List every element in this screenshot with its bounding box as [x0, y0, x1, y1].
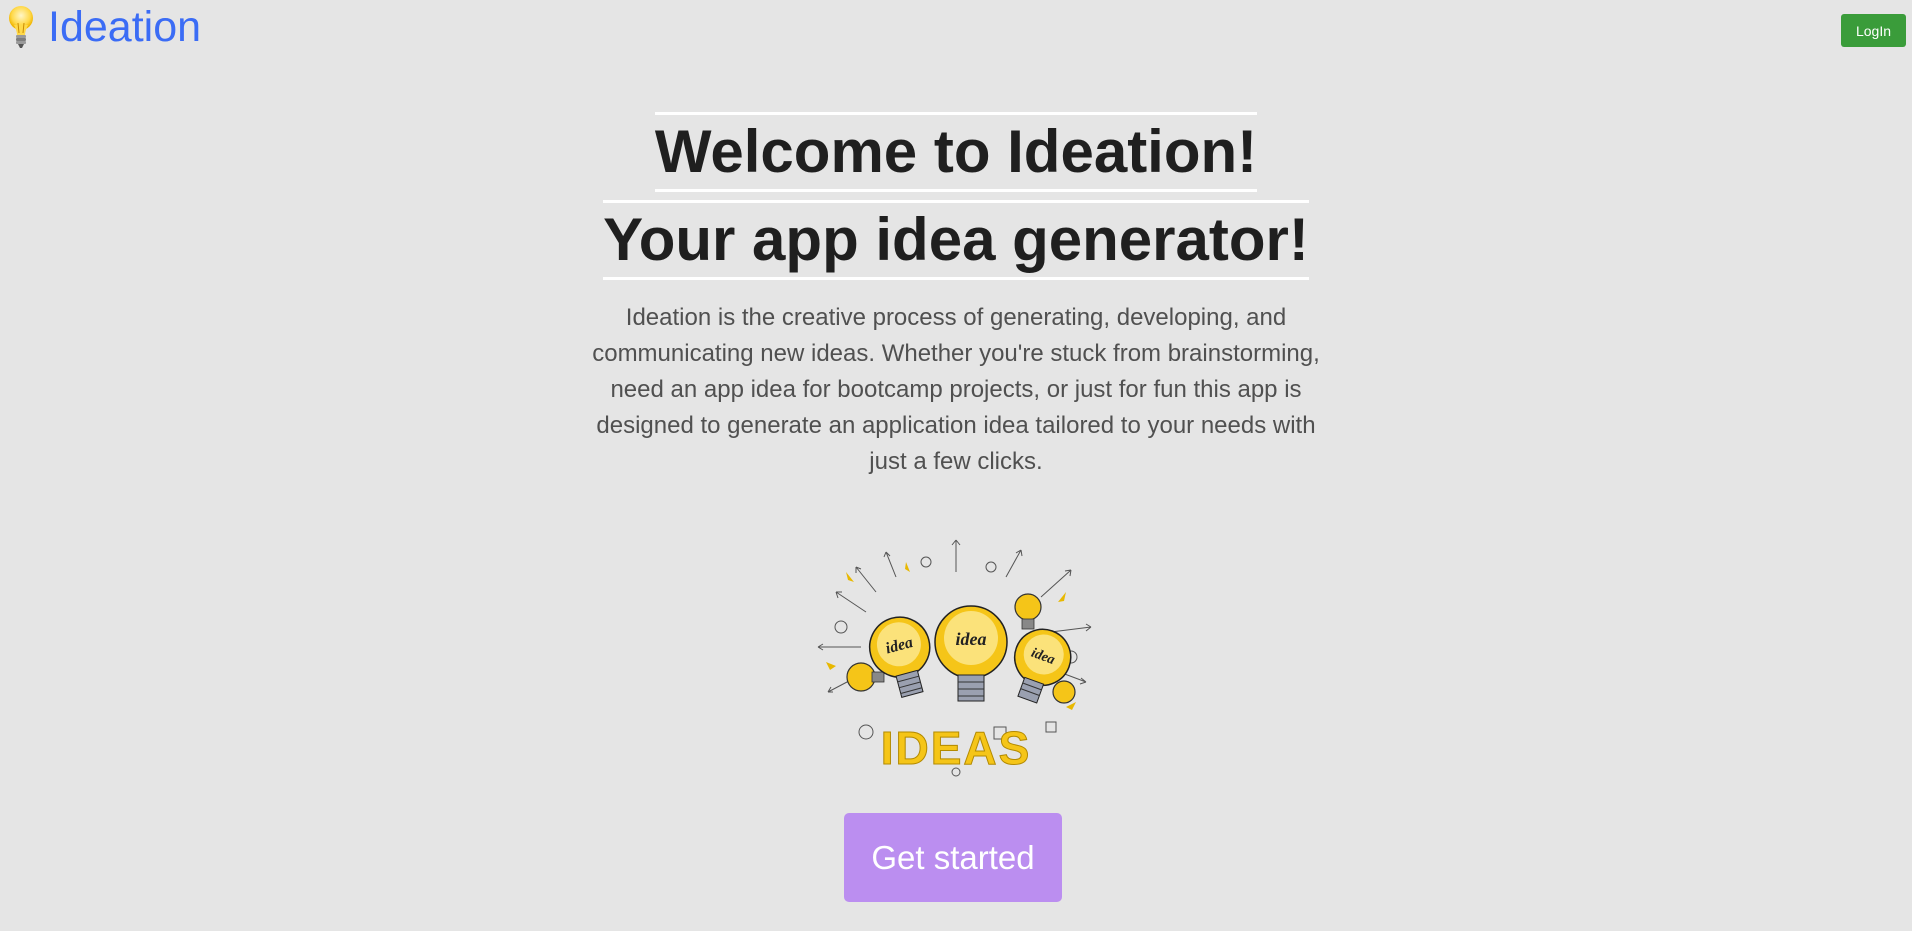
subtitle-frame: Your app idea generator! — [603, 200, 1309, 280]
main-bulb-left: idea — [868, 616, 931, 698]
bulb-label: idea — [956, 629, 987, 649]
login-button[interactable]: LogIn — [1841, 14, 1906, 47]
page-subtitle: Your app idea generator! — [603, 206, 1309, 273]
get-started-button[interactable]: Get started — [844, 813, 1062, 902]
lightbulb-icon — [9, 6, 33, 48]
page-title: Welcome to Ideation! — [654, 118, 1258, 185]
intro-paragraph: Ideation is the creative process of gene… — [592, 304, 1320, 475]
navbar: Ideation LogIn — [0, 0, 1912, 56]
main-bulb-center: idea — [934, 605, 1008, 702]
brand-link[interactable]: Ideation — [6, 4, 201, 50]
brand-title: Ideation — [48, 3, 202, 51]
hero-section: Welcome to Ideation! Your app idea gener… — [0, 112, 1912, 782]
ideas-banner: IDEAS — [881, 722, 1032, 774]
page: Ideation LogIn Welcome to Ideation! Your… — [0, 0, 1912, 931]
ideas-lightbulbs-illustration: idea idea idea IDEAS — [817, 539, 1092, 777]
title-frame: Welcome to Ideation! — [654, 112, 1258, 192]
